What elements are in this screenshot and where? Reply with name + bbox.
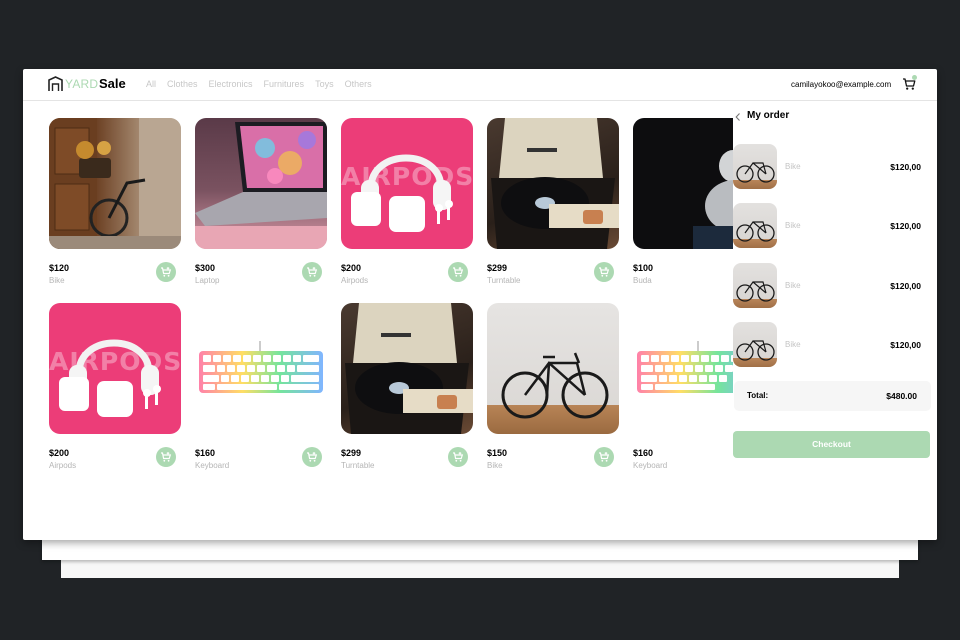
nav-link-others[interactable]: Others bbox=[345, 79, 372, 89]
brand-name-yard: YARD bbox=[65, 77, 99, 91]
order-item-price: $120,00 bbox=[890, 162, 921, 172]
add-to-cart-icon bbox=[307, 267, 318, 277]
total-label: Total: bbox=[747, 391, 769, 400]
order-item-bike-photo bbox=[733, 322, 777, 367]
order-item: Bike $120,00 bbox=[733, 263, 931, 308]
product-price: $160 bbox=[195, 448, 216, 458]
add-to-cart-icon bbox=[161, 452, 172, 462]
product-price: $200 bbox=[341, 263, 362, 273]
add-to-cart-button[interactable] bbox=[302, 447, 322, 467]
nav-link-electronics[interactable]: Electronics bbox=[209, 79, 253, 89]
order-title: My order bbox=[747, 110, 790, 121]
add-to-cart-button[interactable] bbox=[302, 262, 322, 282]
product-card[interactable]: $120 Bike bbox=[49, 118, 181, 288]
cart-button[interactable] bbox=[902, 75, 917, 90]
product-name: Turntable bbox=[341, 461, 375, 470]
product-price: $150 bbox=[487, 448, 508, 458]
nav-link-toys[interactable]: Toys bbox=[315, 79, 334, 89]
nav-link-furnitures[interactable]: Furnitures bbox=[264, 79, 305, 89]
order-item-bike-photo bbox=[733, 263, 777, 308]
road-bike-photo[interactable] bbox=[487, 303, 619, 434]
brand-name-sale: Sale bbox=[99, 76, 126, 91]
product-card[interactable]: $299 Turntable bbox=[341, 303, 473, 473]
product-price: $300 bbox=[195, 263, 216, 273]
add-to-cart-button[interactable] bbox=[594, 262, 614, 282]
product-price: $299 bbox=[487, 263, 508, 273]
airpods-photo[interactable]: AIRPODS bbox=[341, 118, 473, 249]
product-price: $160 bbox=[633, 448, 654, 458]
add-to-cart-icon bbox=[307, 452, 318, 462]
product-price: $100 bbox=[633, 263, 654, 273]
nav-link-clothes[interactable]: Clothes bbox=[167, 79, 198, 89]
order-item: Bike $120,00 bbox=[733, 144, 931, 189]
add-to-cart-button[interactable] bbox=[594, 447, 614, 467]
turntable-photo[interactable] bbox=[341, 303, 473, 434]
laptop-photo[interactable] bbox=[195, 118, 327, 249]
product-card[interactable]: AIRPODS $200 Airpods bbox=[49, 303, 181, 473]
product-grid: $120 Bike $300 Laptop AIRPODS $200 Airpo… bbox=[49, 118, 765, 478]
product-name: Airpods bbox=[341, 276, 369, 285]
navbar: YARD Sale All Clothes Electronics Furnit… bbox=[23, 69, 937, 101]
order-item-price: $120,00 bbox=[890, 221, 921, 231]
add-to-cart-icon bbox=[161, 267, 172, 277]
add-to-cart-button[interactable] bbox=[156, 262, 176, 282]
add-to-cart-button[interactable] bbox=[448, 447, 468, 467]
order-item-bike-photo bbox=[733, 144, 777, 189]
order-item: Bike $120,00 bbox=[733, 322, 931, 367]
add-to-cart-button[interactable] bbox=[448, 262, 468, 282]
order-item-name: Bike bbox=[785, 162, 801, 171]
product-name: Turntable bbox=[487, 276, 521, 285]
chevron-left-icon[interactable] bbox=[735, 113, 741, 121]
product-name: Laptop bbox=[195, 276, 220, 285]
product-name: Bike bbox=[49, 276, 65, 285]
add-to-cart-icon bbox=[599, 267, 610, 277]
house-logo-icon bbox=[48, 76, 63, 91]
product-name: Keyboard bbox=[633, 461, 668, 470]
airpods-photo[interactable]: AIRPODS bbox=[49, 303, 181, 434]
order-item-price: $120,00 bbox=[890, 340, 921, 350]
product-card[interactable]: $299 Turntable bbox=[487, 118, 619, 288]
product-name: Buda bbox=[633, 276, 652, 285]
nav-link-all[interactable]: All bbox=[146, 79, 156, 89]
product-price: $200 bbox=[49, 448, 70, 458]
checkout-button[interactable]: Checkout bbox=[733, 431, 930, 458]
user-email[interactable]: camilayokoo@example.com bbox=[791, 80, 891, 89]
product-card[interactable]: $300 Laptop bbox=[195, 118, 327, 288]
turntable-photo[interactable] bbox=[487, 118, 619, 249]
product-card[interactable]: $160 Keyboard bbox=[195, 303, 327, 473]
order-item-price: $120,00 bbox=[890, 281, 921, 291]
product-price: $299 bbox=[341, 448, 362, 458]
order-item-name: Bike bbox=[785, 221, 801, 230]
product-card[interactable]: AIRPODS $200 Airpods bbox=[341, 118, 473, 288]
brand-logo[interactable]: YARD Sale bbox=[48, 75, 130, 93]
app-window: YARD Sale All Clothes Electronics Furnit… bbox=[23, 69, 937, 540]
add-to-cart-icon bbox=[599, 452, 610, 462]
product-name: Airpods bbox=[49, 461, 77, 470]
bike-photo[interactable] bbox=[49, 118, 181, 249]
my-order-panel: My order Bike $120,00 Bike $120,00 Bike … bbox=[733, 101, 937, 540]
order-item: Bike $120,00 bbox=[733, 203, 931, 248]
order-item-bike-photo bbox=[733, 203, 777, 248]
product-name: Bike bbox=[487, 461, 503, 470]
add-to-cart-button[interactable] bbox=[156, 447, 176, 467]
category-nav: All Clothes Electronics Furnitures Toys … bbox=[146, 79, 383, 89]
product-price: $120 bbox=[49, 263, 70, 273]
product-card[interactable]: $150 Bike bbox=[487, 303, 619, 473]
keyboard-photo[interactable] bbox=[195, 303, 327, 434]
order-item-name: Bike bbox=[785, 281, 801, 290]
add-to-cart-icon bbox=[453, 452, 464, 462]
cart-badge bbox=[912, 75, 917, 80]
order-item-name: Bike bbox=[785, 340, 801, 349]
add-to-cart-icon bbox=[453, 267, 464, 277]
total-value: $480.00 bbox=[886, 391, 917, 401]
product-name: Keyboard bbox=[195, 461, 230, 470]
order-total: Total: $480.00 bbox=[734, 381, 931, 411]
